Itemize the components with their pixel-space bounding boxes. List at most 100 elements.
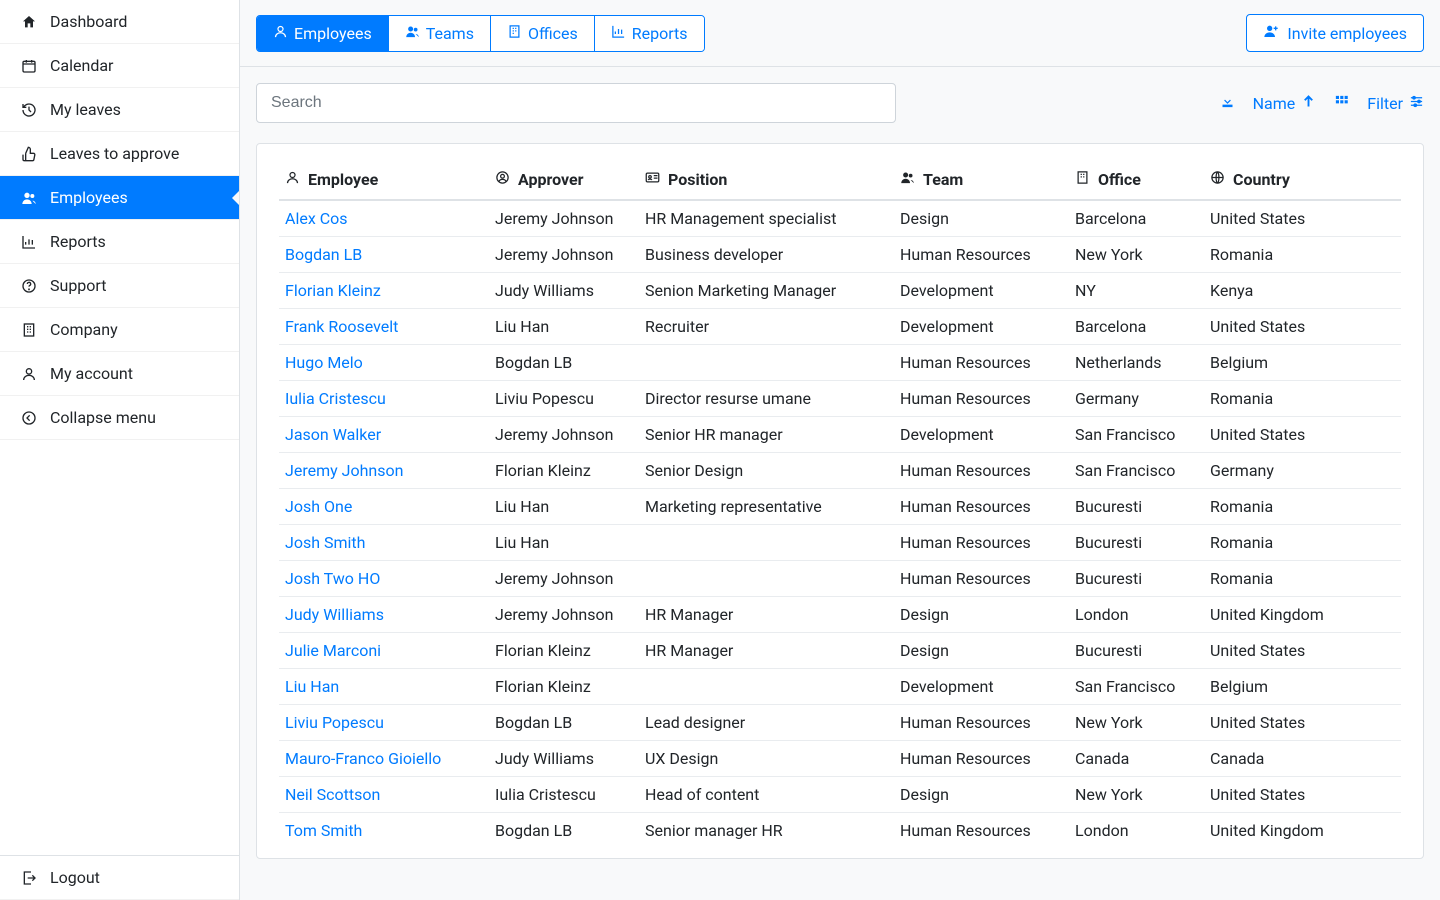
cell-position: Recruiter [639,309,894,345]
cell-position: Lead designer [639,705,894,741]
tab-group: Employees Teams Offices Reports [256,15,705,52]
filter-label: Filter [1367,94,1403,113]
employee-link[interactable]: Tom Smith [285,821,362,840]
sidebar-item-reports[interactable]: Reports [0,220,239,264]
employee-link[interactable]: Liu Han [285,677,339,696]
sidebar-item-leaves-to-approve[interactable]: Leaves to approve [0,132,239,176]
employee-link[interactable]: Alex Cos [285,209,348,228]
employee-link[interactable]: Florian Kleinz [285,281,381,300]
th-office[interactable]: Office [1069,162,1204,200]
th-country[interactable]: Country [1204,162,1401,200]
search-input[interactable] [256,83,896,123]
cell-team: Human Resources [894,525,1069,561]
sort-name-button[interactable]: Name [1253,94,1317,113]
cell-position: Head of content [639,777,894,813]
cell-approver: Florian Kleinz [489,669,639,705]
table-row: Frank RooseveltLiu HanRecruiterDevelopme… [279,309,1401,345]
sidebar-item-my-account[interactable]: My account [0,352,239,396]
tab-reports[interactable]: Reports [595,16,704,51]
employee-link[interactable]: Josh Smith [285,533,365,552]
table-row: Florian KleinzJudy WilliamsSenion Market… [279,273,1401,309]
cell-office: Germany [1069,381,1204,417]
employee-link[interactable]: Josh Two HO [285,569,380,588]
download-icon [1220,94,1235,113]
table-row: Josh SmithLiu HanHuman ResourcesBucurest… [279,525,1401,561]
cell-approver: Iulia Cristescu [489,777,639,813]
cell-position: HR Manager [639,633,894,669]
sort-name-label: Name [1253,94,1296,113]
question-circle-icon [20,277,38,295]
sidebar-item-label: Leaves to approve [50,144,179,163]
employee-link[interactable]: Liviu Popescu [285,713,384,732]
employee-link[interactable]: Iulia Cristescu [285,389,386,408]
sidebar-item-calendar[interactable]: Calendar [0,44,239,88]
arrow-circle-left-icon [20,409,38,427]
employee-link[interactable]: Hugo Melo [285,353,363,372]
employee-link[interactable]: Josh One [285,497,352,516]
filter-button[interactable]: Filter [1367,94,1424,113]
cell-office: Bucuresti [1069,633,1204,669]
sidebar-item-label: Dashboard [50,12,127,31]
view-grid-button[interactable] [1334,94,1349,113]
employee-link[interactable]: Jason Walker [285,425,381,444]
export-button[interactable] [1220,94,1235,113]
sidebar-item-collapse-menu[interactable]: Collapse menu [0,396,239,440]
sidebar-item-label: Employees [50,188,128,207]
user-icon [285,170,300,189]
toolbar-actions: Name Filter [1220,94,1424,113]
sidebar-item-dashboard[interactable]: Dashboard [0,0,239,44]
cell-country: United States [1204,633,1401,669]
cell-office: San Francisco [1069,669,1204,705]
th-label: Country [1233,170,1290,189]
cell-country: United States [1204,200,1401,237]
sidebar-item-employees[interactable]: Employees [0,176,239,220]
cell-team: Human Resources [894,705,1069,741]
sidebar-item-my-leaves[interactable]: My leaves [0,88,239,132]
th-position[interactable]: Position [639,162,894,200]
table-row: Alex CosJeremy JohnsonHR Management spec… [279,200,1401,237]
employee-link[interactable]: Bogdan LB [285,245,362,264]
th-label: Team [923,170,963,189]
cell-position: HR Management specialist [639,200,894,237]
cell-employee: Julie Marconi [279,633,489,669]
sidebar: Dashboard Calendar My leaves Leaves to a… [0,0,240,900]
tab-teams[interactable]: Teams [389,16,491,51]
building-icon [1075,170,1090,189]
sidebar-nav: Dashboard Calendar My leaves Leaves to a… [0,0,239,855]
cell-office: Bucuresti [1069,561,1204,597]
cell-office: NY [1069,273,1204,309]
cell-position: HR Manager [639,597,894,633]
user-icon [273,24,288,43]
table-row: Judy WilliamsJeremy JohnsonHR ManagerDes… [279,597,1401,633]
cell-country: United Kingdom [1204,597,1401,633]
th-employee[interactable]: Employee [279,162,489,200]
cell-position: Senior HR manager [639,417,894,453]
cell-position [639,561,894,597]
employee-link[interactable]: Mauro-Franco Gioiello [285,749,441,768]
table-row: Neil Scottson Iulia CristescuHead of cont… [279,777,1401,813]
sidebar-item-label: Company [50,320,118,339]
invite-employees-button[interactable]: Invite employees [1246,14,1424,52]
cell-approver: Liviu Popescu [489,381,639,417]
cell-employee: Liu Han [279,669,489,705]
sidebar-item-support[interactable]: Support [0,264,239,308]
cell-employee: Bogdan LB [279,237,489,273]
th-approver[interactable]: Approver [489,162,639,200]
tab-employees[interactable]: Employees [257,16,389,51]
employee-link[interactable]: Julie Marconi [285,641,381,660]
sidebar-item-logout[interactable]: Logout [0,856,239,900]
cell-approver: Bogdan LB [489,705,639,741]
cell-employee: Judy Williams [279,597,489,633]
user-check-icon [495,170,510,189]
cell-approver: Jeremy Johnson [489,597,639,633]
cell-team: Development [894,417,1069,453]
cell-employee: Iulia Cristescu [279,381,489,417]
employee-link[interactable]: Frank Roosevelt [285,317,398,336]
sidebar-item-company[interactable]: Company [0,308,239,352]
employee-link[interactable]: Judy Williams [285,605,384,624]
sidebar-item-label: Reports [50,232,106,251]
th-team[interactable]: Team [894,162,1069,200]
employee-link[interactable]: Neil Scottson [285,785,380,804]
employee-link[interactable]: Jeremy Johnson [285,461,403,480]
tab-offices[interactable]: Offices [491,16,595,51]
